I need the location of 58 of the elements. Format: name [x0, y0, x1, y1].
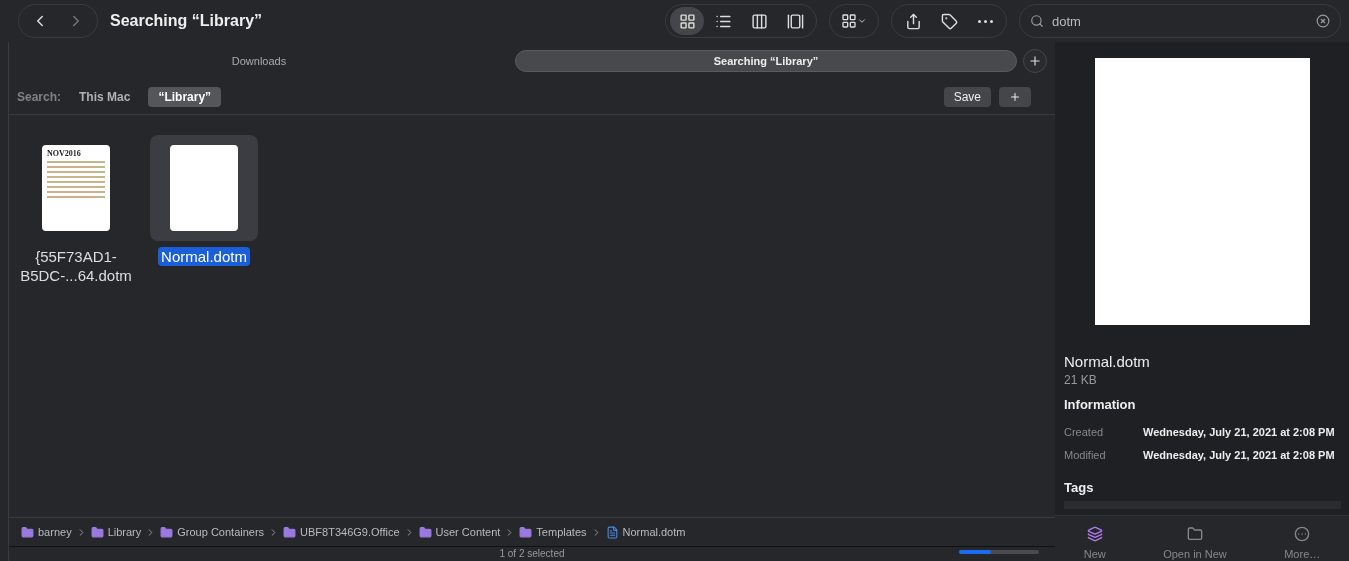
folder-icon: [90, 525, 104, 539]
add-criteria-button[interactable]: [999, 87, 1031, 107]
search-icon: [1030, 14, 1044, 28]
info-label: Modified: [1064, 448, 1107, 461]
path-label: User Content: [435, 526, 501, 538]
gallery-icon: [786, 12, 804, 30]
plus-icon: [1009, 91, 1021, 103]
stack-icon: [1086, 526, 1103, 542]
ellipsis-icon: [977, 19, 993, 23]
icon-size-slider[interactable]: [959, 550, 1039, 554]
file-size: 21 KB: [1064, 373, 1098, 387]
tab[interactable]: Searching “Library”: [515, 50, 1017, 72]
tab[interactable]: Downloads: [9, 50, 509, 72]
search-scope-label: Search:: [17, 90, 62, 104]
file-name[interactable]: Normal.dotm: [158, 247, 250, 266]
folder-icon: [160, 525, 174, 539]
file-icon-background[interactable]: [150, 135, 258, 241]
path-label: UBF8T346G9.Office: [300, 526, 400, 538]
grid-icon: [841, 13, 857, 29]
clear-icon[interactable]: [1316, 14, 1330, 28]
calendar-thumbnail: NOV2016: [42, 145, 110, 231]
search-field[interactable]: dotm: [1019, 4, 1341, 38]
more-icon: [1294, 526, 1311, 542]
save-button[interactable]: Save: [943, 87, 991, 107]
tag-icon: [940, 12, 958, 30]
folder-icon: [283, 525, 297, 539]
document-icon: [605, 525, 619, 539]
new-tab-button[interactable]: [1023, 49, 1047, 73]
view-mode-button[interactable]: [670, 7, 704, 35]
caret-icon: [857, 16, 867, 26]
path-label: Templates: [536, 526, 587, 538]
info-label: Created: [1064, 425, 1105, 438]
path-label: Library: [107, 526, 142, 538]
path-label: Normal.dotm: [622, 526, 686, 538]
plus-icon: [1028, 54, 1042, 68]
folder-icon: [519, 525, 533, 539]
path-label: barney: [38, 526, 72, 538]
share-icon: [904, 12, 922, 30]
information-heading: Information: [1064, 397, 1137, 412]
folder-icon: [21, 525, 34, 539]
status-text: 1 of 2 selected: [499, 548, 565, 560]
preview-file-name: Normal.dotm: [1064, 353, 1151, 370]
quick-action-button[interactable]: Open in New: [1163, 526, 1227, 560]
info-value: Wednesday, July 21, 2021 at 2:08 PM: [1143, 425, 1335, 438]
file-icon-background[interactable]: NOV2016: [22, 135, 130, 241]
window-title: Searching “Library”: [110, 12, 264, 30]
folder-icon: [418, 525, 432, 539]
path-label: Group Containers: [177, 526, 265, 538]
tags-heading: Tags: [1064, 480, 1095, 495]
scope-option[interactable]: “Library”: [148, 87, 222, 107]
quick-action-button[interactable]: More…: [1284, 526, 1321, 560]
scope-option[interactable]: This Mac: [69, 87, 141, 107]
info-value: Wednesday, July 21, 2021 at 2:08 PM: [1143, 448, 1335, 461]
grid-icon: [678, 12, 696, 30]
quick-action-button[interactable]: New: [1083, 526, 1106, 560]
columns-icon: [750, 12, 768, 30]
folder-icon: [1186, 526, 1203, 542]
file-name[interactable]: {55F73AD1- B5DC-...64.dotm: [17, 247, 135, 285]
